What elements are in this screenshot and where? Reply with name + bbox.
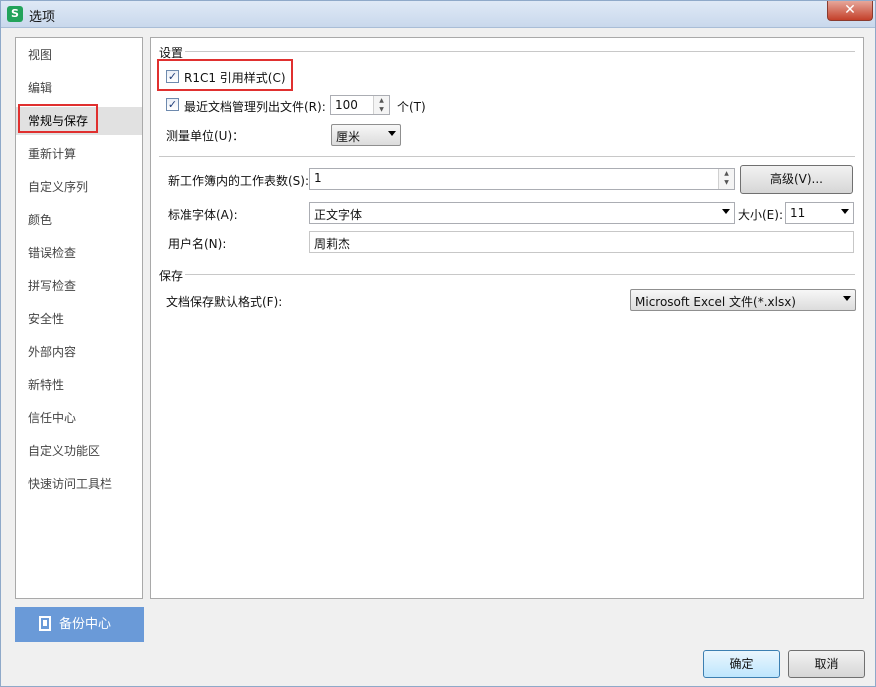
sidebar-item-quick-access-toolbar[interactable]: 快速访问工具栏 <box>16 470 142 498</box>
sidebar-item-error-check[interactable]: 错误检查 <box>16 239 142 267</box>
save-section-title: 保存 <box>159 269 184 283</box>
size-select-value: 11 <box>790 206 806 220</box>
username-value: 周莉杰 <box>314 237 351 251</box>
chevron-down-icon <box>388 131 396 136</box>
active-item-highlight-box <box>18 104 98 133</box>
default-format-value: Microsoft Excel 文件(*.xlsx) <box>635 295 796 309</box>
settings-panel <box>150 37 864 599</box>
sidebar-item-color[interactable]: 颜色 <box>16 206 142 234</box>
unit-select-value: 厘米 <box>336 130 361 144</box>
chevron-down-icon <box>841 209 849 214</box>
advanced-button[interactable]: 高级(V)... <box>740 165 853 194</box>
spin-arrows-icon[interactable]: ▲ ▼ <box>373 96 389 114</box>
title-bar: S 选项 <box>1 1 875 28</box>
sheet-count-spinner[interactable]: 1 ▲ ▼ <box>309 168 735 190</box>
sheet-count-value: 1 <box>314 171 322 185</box>
cancel-button[interactable]: 取消 <box>788 650 865 678</box>
sidebar-item-customize-ribbon[interactable]: 自定义功能区 <box>16 437 142 465</box>
close-button[interactable]: ✕ <box>827 1 873 21</box>
r1c1-highlight-box <box>157 59 293 91</box>
unit-select[interactable]: 厘米 <box>331 124 401 146</box>
username-label: 用户名(N): <box>168 237 227 251</box>
recent-files-unit: 个(T) <box>397 100 426 114</box>
sidebar-item-security[interactable]: 安全性 <box>16 305 142 333</box>
chevron-down-icon <box>722 209 730 214</box>
save-divider <box>185 274 855 275</box>
recent-files-checkbox[interactable]: ✓ <box>166 98 179 111</box>
sidebar-item-new-features[interactable]: 新特性 <box>16 371 142 399</box>
size-label: 大小(E): <box>738 208 783 222</box>
backup-center-label: 备份中心 <box>59 617 112 632</box>
recent-files-spinner[interactable]: 100 ▲ ▼ <box>330 95 390 115</box>
backup-center-button[interactable]: 备份中心 <box>15 607 144 642</box>
default-format-select[interactable]: Microsoft Excel 文件(*.xlsx) <box>630 289 856 311</box>
options-dialog: S 选项 ✕ 视图 编辑 常规与保存 重新计算 自定义序列 颜色 错误检查 拼写… <box>0 0 876 687</box>
settings-divider <box>185 51 855 52</box>
spin-arrows-icon[interactable]: ▲ ▼ <box>718 169 734 189</box>
dialog-title: 选项 <box>29 10 56 25</box>
sidebar-item-trust-center[interactable]: 信任中心 <box>16 404 142 432</box>
sidebar-item-spell-check[interactable]: 拼写检查 <box>16 272 142 300</box>
font-label: 标准字体(A): <box>168 208 238 222</box>
spreadsheet-app-icon: S <box>7 6 23 22</box>
sidebar-item-edit[interactable]: 编辑 <box>16 74 142 102</box>
ok-button[interactable]: 确定 <box>703 650 780 678</box>
default-format-label: 文档保存默认格式(F): <box>166 295 283 309</box>
sidebar-item-custom-lists[interactable]: 自定义序列 <box>16 173 142 201</box>
chevron-down-icon <box>843 296 851 301</box>
sidebar-item-view[interactable]: 视图 <box>16 41 142 69</box>
sheet-count-label: 新工作簿内的工作表数(S): <box>168 174 310 188</box>
sidebar-item-recalculate[interactable]: 重新计算 <box>16 140 142 168</box>
font-select-value: 正文字体 <box>314 208 363 222</box>
settings-divider-2 <box>159 156 855 157</box>
font-select[interactable]: 正文字体 <box>309 202 735 224</box>
recent-files-value: 100 <box>335 98 358 112</box>
unit-label: 测量单位(U)： <box>166 129 245 143</box>
username-input[interactable]: 周莉杰 <box>309 231 854 253</box>
document-icon <box>39 616 51 631</box>
recent-files-label: 最近文档管理列出文件(R): <box>184 100 326 114</box>
size-select[interactable]: 11 <box>785 202 854 224</box>
sidebar-item-external-content[interactable]: 外部内容 <box>16 338 142 366</box>
